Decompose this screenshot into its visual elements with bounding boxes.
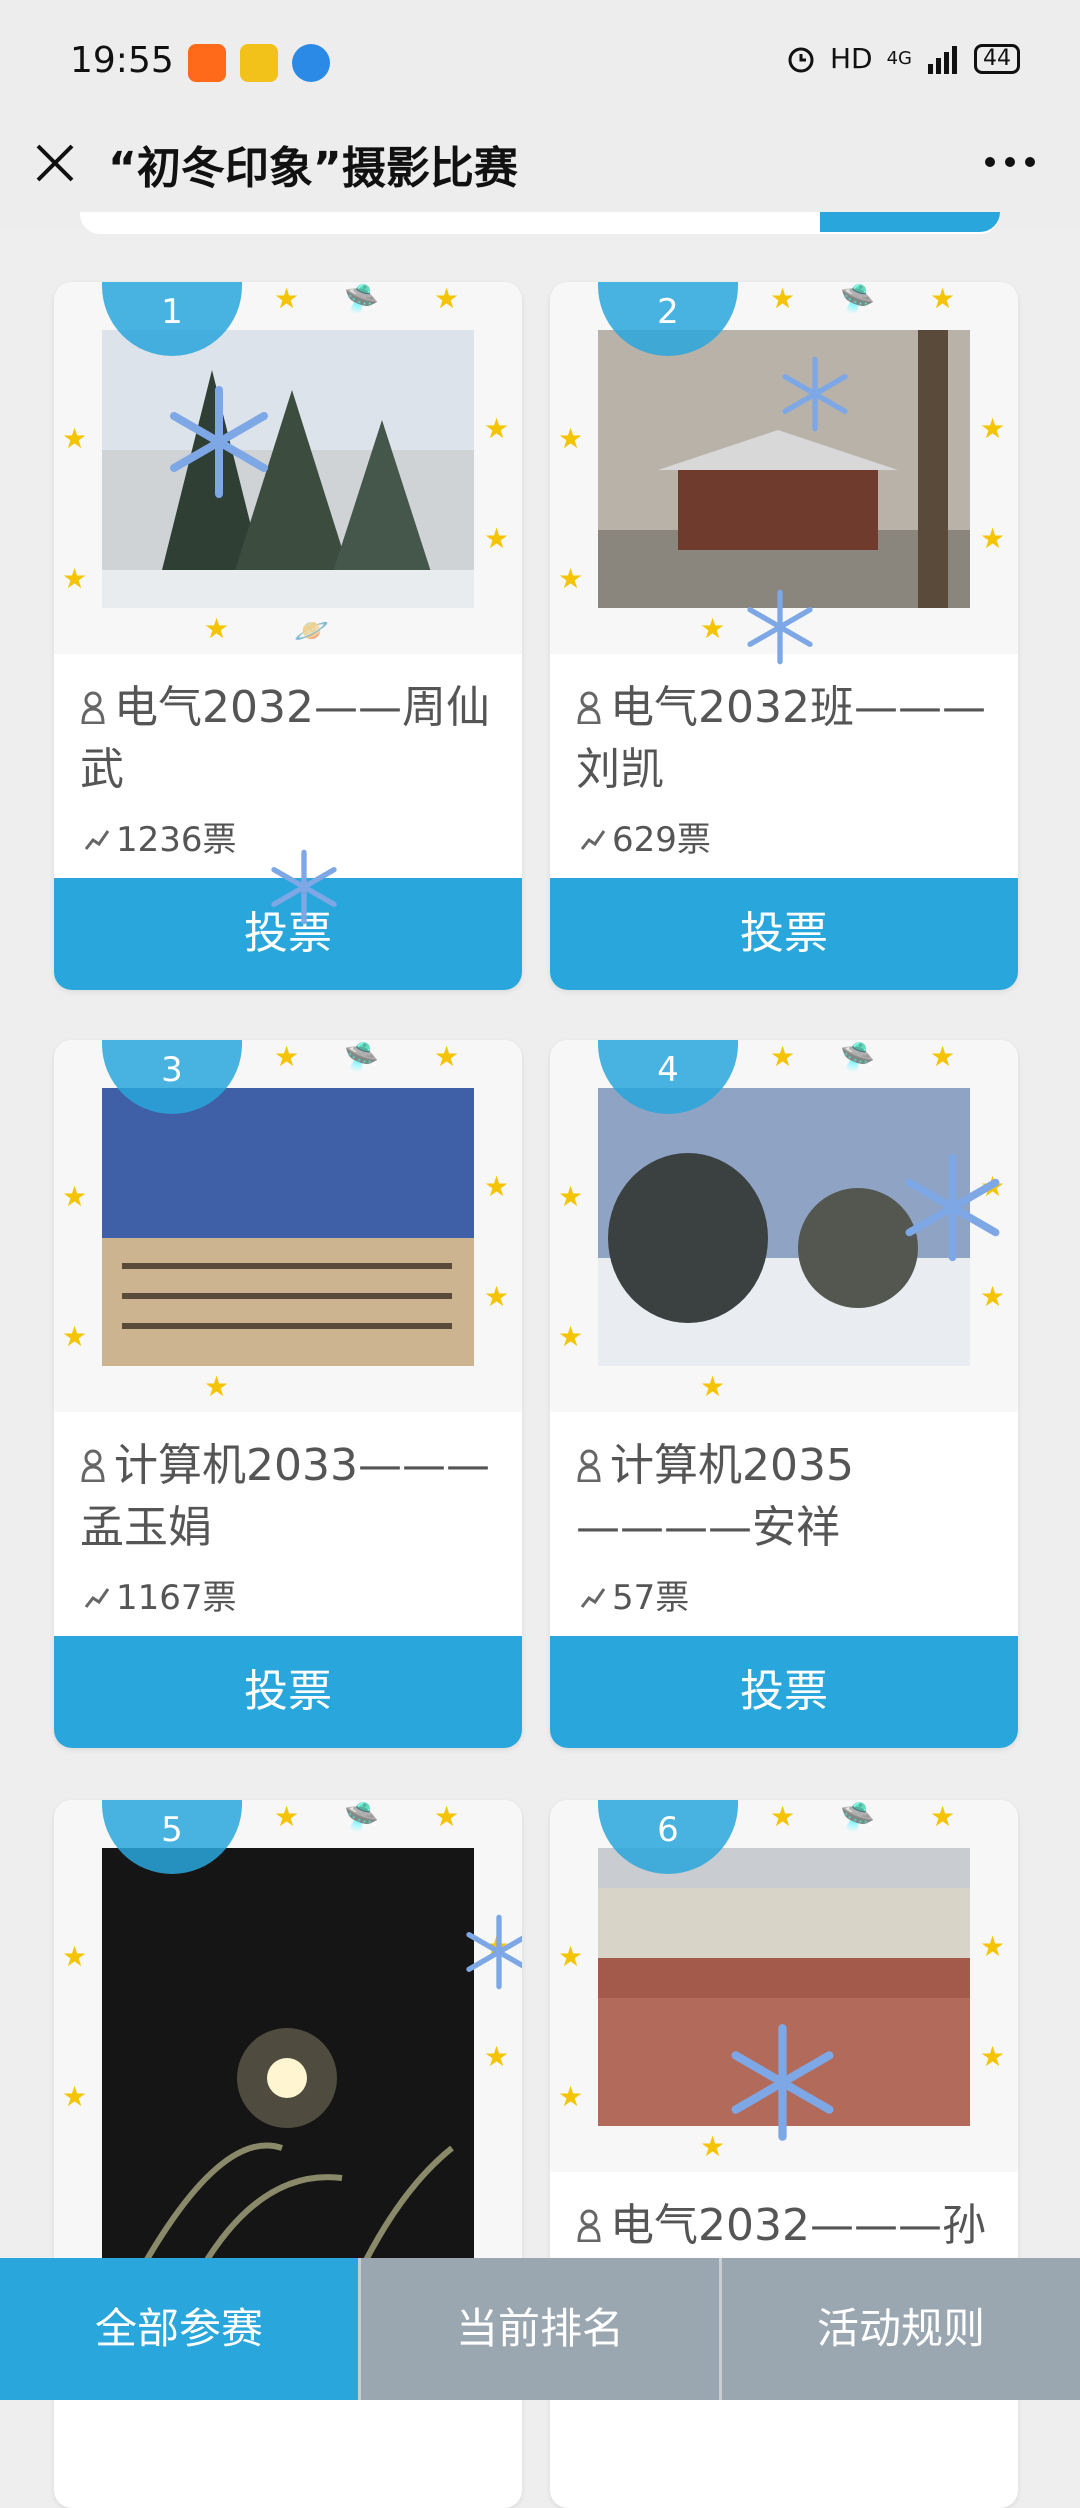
entry-card: ★ 🛸 ★ ★ ★ ★ ★ 5 [54,1800,522,2508]
photo-frame: ★ 🛸 ★ ★ ★ ★ ★ ★ 3 [54,1040,522,1412]
vote-count: 629票 [612,820,711,860]
vote-button[interactable]: 投票 [550,878,1018,990]
close-icon[interactable] [30,138,80,188]
vote-count: 57票 [612,1578,690,1618]
alarm-icon [788,47,814,72]
entry-votes: 57票 [580,1570,689,1619]
bottom-nav: 全部参赛 当前排名 活动规则 [0,2258,1080,2400]
entry-name-text: 计算机2033———孟玉娟 [80,1440,490,1553]
person-icon [81,691,105,724]
entry-name-text: 电气2032——周仙武 [80,682,490,795]
entry-card: ★ 🛸 ★ ★ ★ ★ ★ ★ 2 电气2032班———刘凯 629票 投票 [550,282,1018,990]
person-icon [577,1449,601,1482]
tab-all-entries[interactable]: 全部参赛 [0,2258,358,2400]
entry-name: 计算机2035————安祥 [576,1435,996,1559]
snowflake-icon [747,589,813,665]
entry-photo[interactable] [102,1848,474,2268]
trend-icon [84,1588,110,1608]
battery-indicator: 44 [974,43,1020,74]
snowflake-icon [271,849,337,925]
entry-votes: 1167票 [84,1570,237,1619]
entry-card: ★ 🛸 ★ ★ ★ ★ ★ ★ 🪐 1 电气2032——周仙武 1236票 投票 [54,282,522,990]
top-panel-remnant [80,212,1000,234]
kuaishou-app-icon [188,44,226,82]
person-icon [577,691,601,724]
trend-icon [580,830,606,850]
entry-photo[interactable] [102,1088,474,1366]
entry-votes: 629票 [580,812,711,861]
video-app-icon [240,44,278,82]
entry-photo[interactable] [102,330,474,608]
entry-card: ★ 🛸 ★ ★ ★ ★ ★ ★ 6 电气2032———孙 [550,1800,1018,2508]
entry-name: 电气2032——周仙武 [80,677,500,801]
signal-icon [928,45,957,74]
snowflake-icon [782,356,848,432]
entry-name: 电气2032———孙 [576,2195,996,2257]
page-title: “初冬印象”摄影比赛 [108,143,518,194]
browser-app-icon [292,44,330,82]
entry-votes: 1236票 [84,812,237,861]
vote-count: 1236票 [116,820,237,860]
person-icon [81,1449,105,1482]
entry-name-text: 电气2032———孙 [610,2200,986,2251]
entry-card: ★ 🛸 ★ ★ ★ ★ ★ ★ 3 计算机2033———孟玉娟 1167票 投票 [54,1040,522,1748]
snowflake-icon [170,386,268,498]
snowflake-icon [731,2024,834,2141]
photo-frame: ★ 🛸 ★ ★ ★ ★ ★ ★ 🪐 1 [54,282,522,654]
more-options-icon[interactable] [980,142,1040,182]
vote-button[interactable]: 投票 [550,1636,1018,1748]
vote-count: 1167票 [116,1578,237,1618]
signal-label: 4G [886,48,912,69]
vote-button[interactable]: 投票 [54,1636,522,1748]
trend-icon [84,830,110,850]
photo-frame: ★ 🛸 ★ ★ ★ ★ ★ 5 [54,1800,522,2268]
entry-name: 计算机2033———孟玉娟 [80,1435,500,1559]
person-icon [577,2209,601,2242]
network-label: HD [829,42,873,75]
snowflake-icon [905,1153,1000,1262]
status-right: HD 4G 44 [786,42,1020,75]
entry-name-text: 计算机2035————安祥 [576,1440,854,1553]
tab-event-rules[interactable]: 活动规则 [719,2258,1080,2400]
tab-current-ranking[interactable]: 当前排名 [358,2258,719,2400]
snowflake-icon [466,1914,522,1990]
entry-card: ★ 🛸 ★ ★ ★ ★ ★ ★ 4 计算机2035————安祥 57票 投票 [550,1040,1018,1748]
status-time: 19:55 [70,40,174,81]
entry-name: 电气2032班———刘凯 [576,677,996,801]
entry-name-text: 电气2032班———刘凯 [576,682,986,795]
trend-icon [580,1588,606,1608]
